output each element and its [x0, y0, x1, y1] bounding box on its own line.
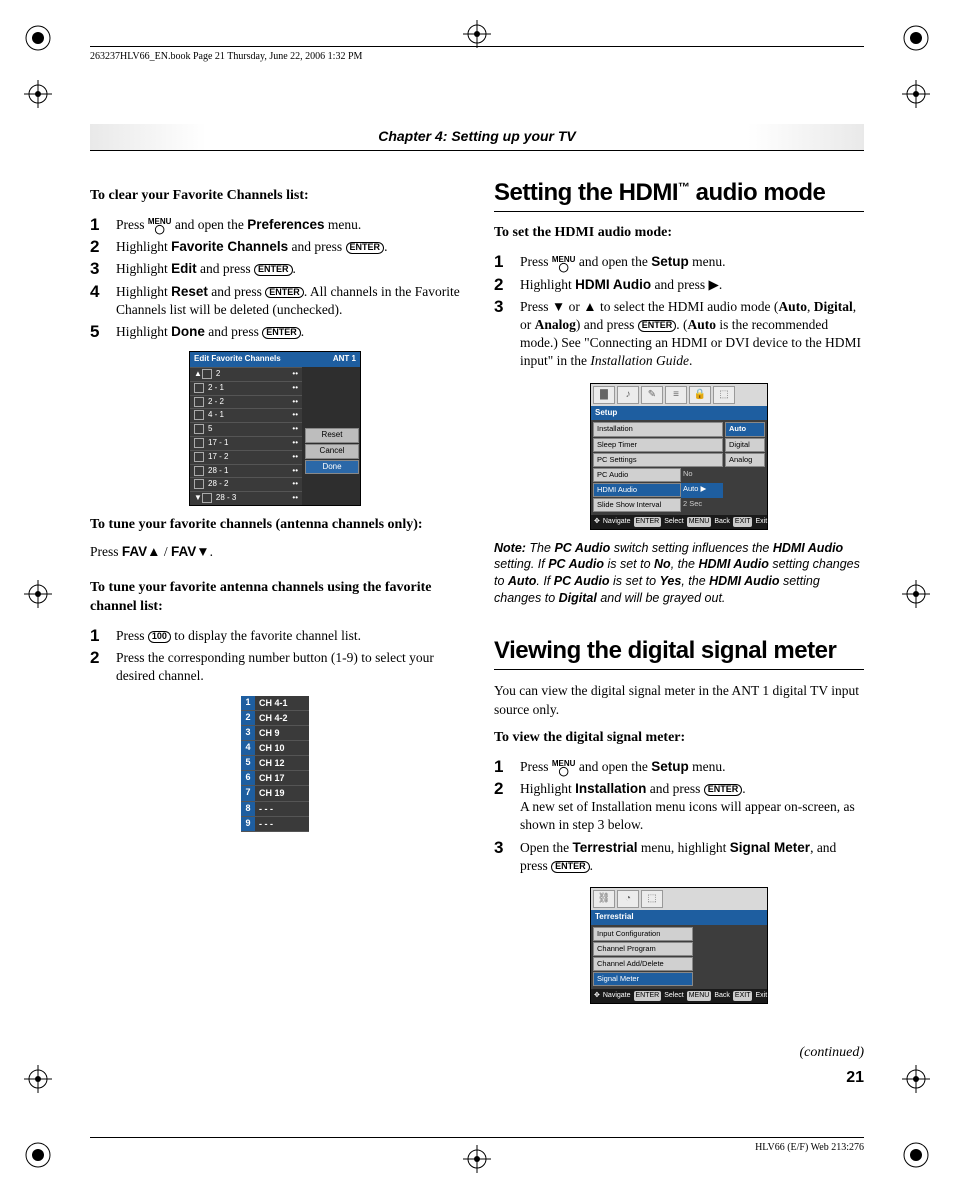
step: Highlight Done and press ENTER.	[90, 321, 460, 343]
menu-button-icon: MENU◯	[552, 760, 576, 775]
tab-icon: 🔒	[689, 386, 711, 404]
osd-reset-button: Reset	[305, 428, 359, 443]
tab-icon: ✎	[641, 386, 663, 404]
crop-mark-icon	[902, 80, 930, 108]
tab-icon: ♪	[617, 386, 639, 404]
registration-mark-icon	[902, 1141, 930, 1169]
tab-icon: ≡	[665, 386, 687, 404]
step: Highlight HDMI Audio and press ▶.	[494, 274, 864, 296]
note: Note: The PC Audio switch setting influe…	[494, 540, 864, 608]
osd-done-button: Done	[305, 460, 359, 475]
enter-button-icon: ENTER	[638, 320, 677, 332]
enter-button-icon: ENTER	[346, 242, 385, 254]
left-column: To clear your Favorite Channels list: Pr…	[90, 177, 460, 1088]
crop-mark-icon	[24, 580, 52, 608]
subheading-set-hdmi: To set the HDMI audio mode:	[494, 224, 864, 243]
enter-button-icon: ENTER	[262, 327, 301, 339]
page-number: 21	[494, 1067, 864, 1089]
osd-terrestrial-menu: ⛓ ◔ ⬚ Terrestrial Input Configuration Ch…	[590, 887, 768, 1004]
crop-mark-icon	[24, 1065, 52, 1093]
step: Highlight Edit and press ENTER.	[90, 258, 460, 280]
section-title-hdmi-audio: Setting the HDMI™ audio mode	[494, 177, 864, 209]
chapter-heading: Chapter 4: Setting up your TV	[90, 124, 864, 151]
osd-cancel-button: Cancel	[305, 444, 359, 459]
enter-button-icon: ENTER	[551, 861, 590, 873]
navigate-icon: ✥	[594, 517, 600, 526]
menu-button-icon: MENU◯	[148, 218, 172, 233]
step: Press MENU◯ and open the Preferences men…	[90, 214, 460, 236]
registration-mark-icon	[24, 24, 52, 52]
paragraph: You can view the digital signal meter in…	[494, 682, 864, 718]
registration-mark-icon	[24, 1141, 52, 1169]
subheading-tune-using-list: To tune your favorite antenna channels u…	[90, 579, 460, 617]
step: Highlight Installation and press ENTER. …	[494, 778, 864, 837]
tab-icon: ⛓	[593, 890, 615, 908]
osd-setup-menu: ▇ ♪ ✎ ≡ 🔒 ⬚ Setup Installation Sleep Tim…	[590, 383, 768, 530]
step: Press MENU◯ and open the Setup menu.	[494, 756, 864, 778]
crop-mark-icon	[24, 80, 52, 108]
100-button-icon: 100	[148, 631, 171, 643]
enter-button-icon: ENTER	[704, 784, 743, 796]
step: Press 100 to display the favorite channe…	[90, 625, 460, 647]
subheading-clear-favorites: To clear your Favorite Channels list:	[90, 187, 460, 206]
registration-mark-icon	[902, 24, 930, 52]
navigate-icon: ✥	[594, 991, 600, 1000]
osd-edit-favorite-channels: Edit Favorite ChannelsANT 1 ▲2•• 2 - 1••…	[189, 351, 361, 506]
crop-mark-icon	[902, 580, 930, 608]
tab-icon: ⬚	[713, 386, 735, 404]
menu-button-icon: MENU◯	[552, 256, 576, 271]
crop-mark-icon	[463, 20, 491, 48]
tab-icon: ⬚	[641, 890, 663, 908]
step: Press the corresponding number button (1…	[90, 647, 460, 687]
header-info: 263237HLV66_EN.book Page 21 Thursday, Ju…	[90, 49, 864, 70]
crop-mark-icon	[902, 1065, 930, 1093]
step: Press ▼ or ▲ to select the HDMI audio mo…	[494, 296, 864, 373]
subheading-view-signal-meter: To view the digital signal meter:	[494, 729, 864, 748]
tab-icon: ▇	[593, 386, 615, 404]
subheading-tune-antenna-only: To tune your favorite channels (antenna …	[90, 516, 460, 535]
tab-icon: ◔	[617, 890, 639, 908]
enter-button-icon: ENTER	[254, 264, 293, 276]
step: Open the Terrestrial menu, highlight Sig…	[494, 837, 864, 877]
footer-text: HLV66 (E/F) Web 213:276	[90, 1140, 864, 1153]
section-title-signal-meter: Viewing the digital signal meter	[494, 635, 864, 667]
step: Press MENU◯ and open the Setup menu.	[494, 251, 864, 273]
paragraph: Press FAV▲ / FAV▼.	[90, 543, 460, 561]
osd-favorite-list: 1CH 4-1 2CH 4-2 3CH 9 4CH 10 5CH 12 6CH …	[241, 696, 309, 832]
step: Highlight Favorite Channels and press EN…	[90, 236, 460, 258]
right-column: Setting the HDMI™ audio mode To set the …	[494, 177, 864, 1088]
step: Highlight Reset and press ENTER. All cha…	[90, 281, 460, 321]
enter-button-icon: ENTER	[265, 287, 304, 299]
continued-label: (continued)	[494, 1044, 864, 1063]
